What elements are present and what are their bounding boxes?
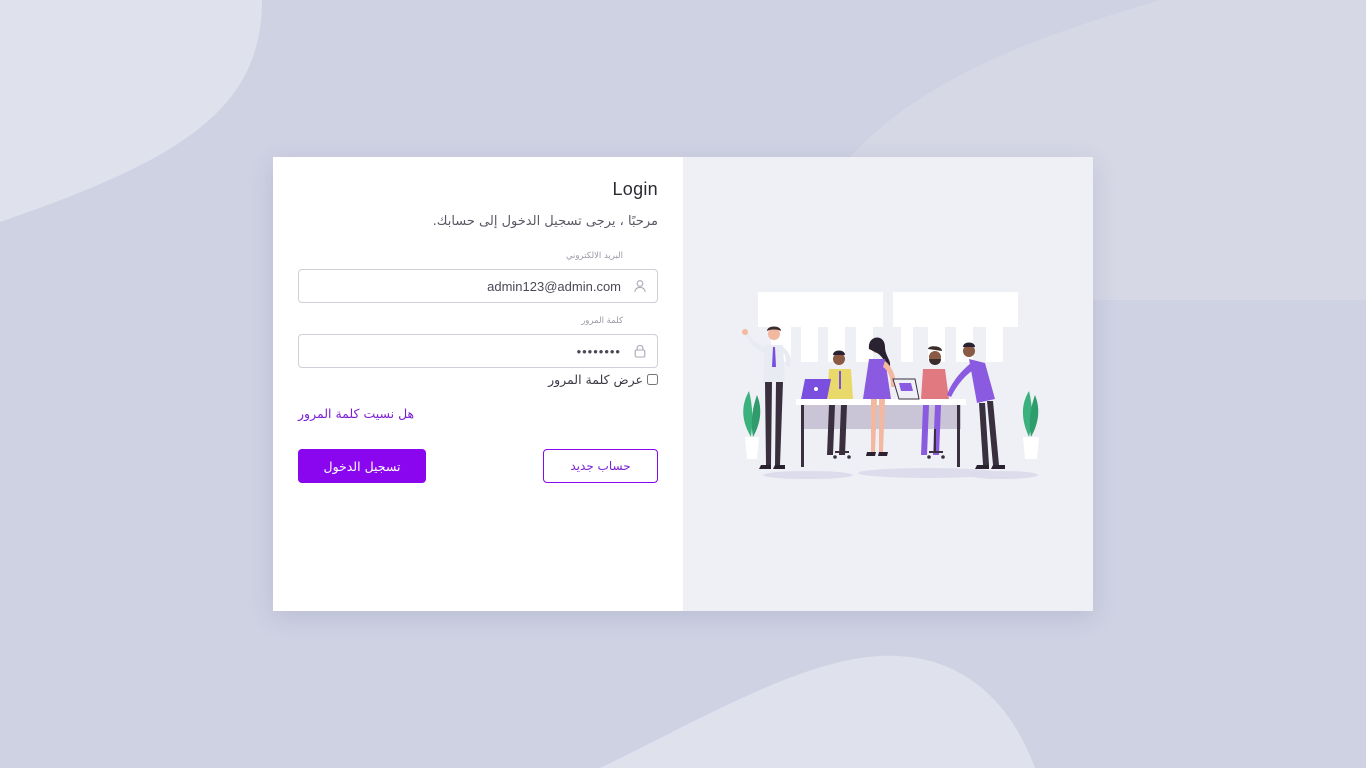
register-button[interactable]: حساب جديد [543,449,658,483]
email-field-wrapper [298,269,658,303]
show-password-toggle[interactable]: عرض كلمة المرور [548,372,658,387]
email-label: البريد الالكتروني [565,251,623,261]
email-field[interactable] [309,270,621,302]
user-icon [634,280,646,293]
login-title: Login [612,179,658,199]
password-label: كلمة المرور [581,316,623,326]
show-password-checkbox[interactable] [647,374,658,385]
login-form-panel: Login مرحبًا ، يرجى تسجيل الدخول إلى حسا… [273,157,683,611]
team-meeting-illustration [742,292,1039,479]
forgot-password-link[interactable]: هل نسيت كلمة المرور [298,406,414,421]
password-field-wrapper [298,334,658,368]
illustration-panel [683,157,1093,611]
welcome-subtitle: مرحبًا ، يرجى تسجيل الدخول إلى حسابك. [432,214,658,229]
login-button[interactable]: تسجيل الدخول [298,449,426,483]
password-field[interactable] [309,335,621,367]
lock-icon [634,344,646,358]
login-card: Login مرحبًا ، يرجى تسجيل الدخول إلى حسا… [273,157,1093,611]
show-password-label: عرض كلمة المرور [548,372,643,387]
